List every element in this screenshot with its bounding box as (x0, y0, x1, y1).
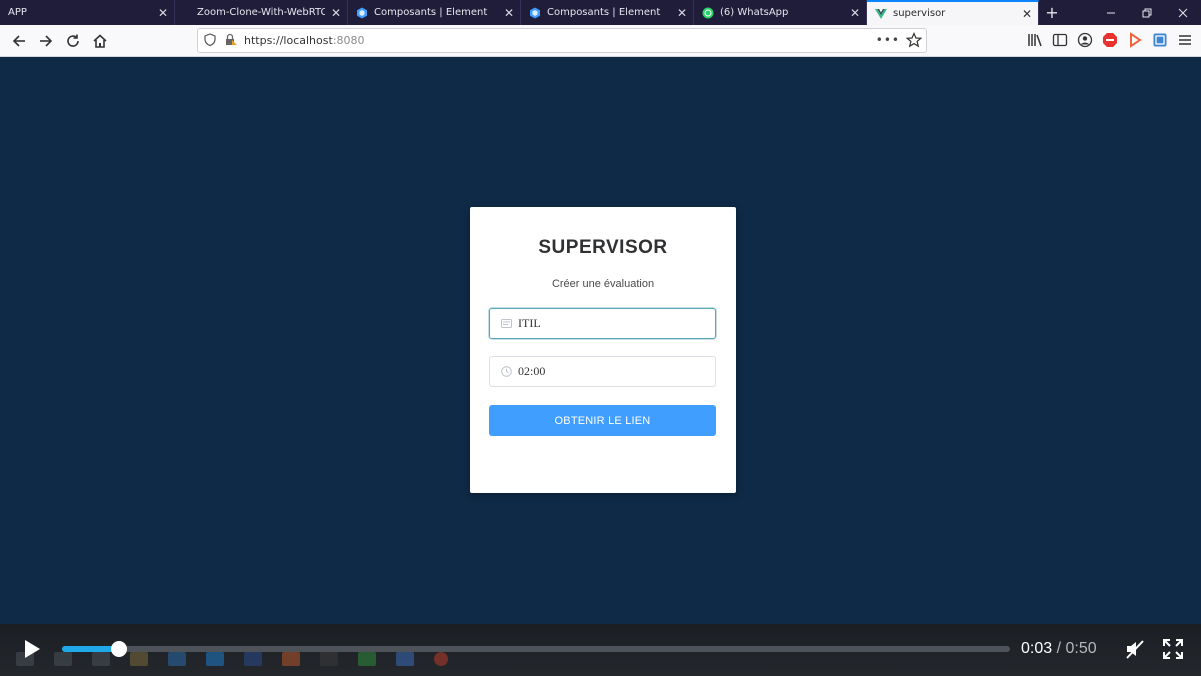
whatsapp-icon (702, 7, 714, 19)
video-player-controls: 0:03 / 0:50 (0, 624, 1201, 676)
close-tab-icon[interactable]: ✕ (844, 6, 866, 20)
url-host: https://localhost (244, 34, 333, 47)
tab-supervisor[interactable]: supervisor ✕ (867, 0, 1039, 25)
tab-whatsapp[interactable]: (6) WhatsApp ✕ (694, 0, 867, 25)
tab-composants-element-2[interactable]: Composants | Element ✕ (521, 0, 694, 25)
vue-icon (875, 8, 887, 20)
tracking-shield-icon[interactable] (204, 32, 218, 49)
sidebar-icon[interactable] (1050, 29, 1070, 51)
tab-label: supervisor (893, 8, 946, 19)
close-tab-icon[interactable]: ✕ (498, 6, 520, 20)
home-icon[interactable] (87, 28, 112, 53)
forward-arrow-icon[interactable] (33, 28, 58, 53)
play-icon (25, 640, 40, 658)
insecure-lock-icon[interactable] (224, 33, 238, 49)
navigation-toolbar: https://localhost:8080 ••• (0, 25, 1201, 57)
close-tab-icon[interactable]: ✕ (1016, 7, 1038, 21)
terminal-icon (320, 652, 338, 666)
play-button[interactable] (22, 639, 42, 659)
firefox-icon (282, 652, 300, 666)
screen: APP ✕ Zoom-Clone-With-WebRTC/p ✕ Composa… (0, 0, 1201, 676)
bookmark-star-icon[interactable] (905, 32, 923, 51)
total-time: 0:50 (1065, 640, 1097, 657)
element-icon (529, 7, 541, 19)
duration-input[interactable] (518, 364, 708, 379)
time-display: 0:03 / 0:50 (1021, 640, 1097, 658)
get-link-button[interactable]: OBTENIR LE LIEN (489, 405, 716, 436)
video-progress-bar[interactable] (62, 641, 1010, 657)
tab-bar: APP ✕ Zoom-Clone-With-WebRTC/p ✕ Composa… (0, 0, 1201, 25)
close-tab-icon[interactable]: ✕ (671, 6, 693, 20)
app-icon (358, 652, 376, 666)
duration-field[interactable] (489, 356, 716, 387)
time-separator: / (1056, 640, 1062, 657)
toolbar-icons (1025, 29, 1195, 51)
message-icon (499, 319, 513, 328)
tab-label: APP (8, 7, 27, 18)
current-time: 0:03 (1021, 640, 1053, 657)
tab-app[interactable]: APP ✕ (0, 0, 175, 25)
clock-icon (499, 366, 513, 377)
mute-button[interactable] (1124, 638, 1146, 660)
back-arrow-icon[interactable] (6, 28, 31, 53)
url-text: https://localhost:8080 (244, 34, 365, 47)
page-actions-menu-icon[interactable]: ••• (876, 33, 900, 47)
account-icon[interactable] (1075, 29, 1095, 51)
mail-icon (168, 652, 186, 666)
page-content: SUPERVISOR Créer une évaluation OBTENIR … (0, 57, 1201, 624)
recorder-icon (434, 652, 448, 666)
close-window-icon[interactable] (1165, 0, 1201, 25)
adblock-icon[interactable] (1100, 29, 1120, 51)
address-bar[interactable]: https://localhost:8080 ••• (197, 28, 927, 53)
tab-composants-element-1[interactable]: Composants | Element ✕ (348, 0, 521, 25)
tab-zoom-clone[interactable]: Zoom-Clone-With-WebRTC/p ✕ (175, 0, 348, 25)
task-view-icon (92, 652, 110, 666)
library-icon[interactable] (1025, 29, 1045, 51)
close-tab-icon[interactable]: ✕ (152, 6, 174, 20)
muted-speaker-icon (1126, 640, 1144, 659)
tab-label: Zoom-Clone-With-WebRTC/p (197, 7, 325, 18)
fullscreen-button[interactable] (1162, 638, 1184, 660)
tab-label: (6) WhatsApp (720, 7, 789, 18)
close-tab-icon[interactable]: ✕ (325, 6, 347, 20)
reload-icon[interactable] (60, 28, 85, 53)
minimize-icon[interactable] (1093, 0, 1129, 25)
card-subtitle: Créer une évaluation (551, 278, 655, 290)
new-tab-button[interactable]: + (1039, 0, 1065, 25)
tab-label: Composants | Element (547, 7, 661, 18)
vscode-icon (206, 652, 224, 666)
evaluation-name-field[interactable] (489, 308, 716, 339)
element-icon (356, 7, 368, 19)
tab-label: Composants | Element (374, 7, 488, 18)
fullscreen-icon (1163, 639, 1183, 659)
window-controls (1093, 0, 1201, 25)
card-title: SUPERVISOR (538, 237, 668, 258)
app-icon (396, 652, 414, 666)
hamburger-menu-icon[interactable] (1175, 29, 1195, 51)
search-icon (54, 652, 72, 666)
evaluation-name-input[interactable] (518, 316, 708, 331)
app-icon (244, 652, 262, 666)
evaluation-card: SUPERVISOR Créer une évaluation OBTENIR … (470, 207, 736, 493)
file-explorer-icon (130, 652, 148, 666)
extension-play-icon[interactable] (1125, 29, 1145, 51)
progress-thumb[interactable] (110, 641, 127, 657)
url-port: :8080 (332, 34, 365, 47)
restore-icon[interactable] (1129, 0, 1165, 25)
screenshot-extension-icon[interactable] (1150, 29, 1170, 51)
